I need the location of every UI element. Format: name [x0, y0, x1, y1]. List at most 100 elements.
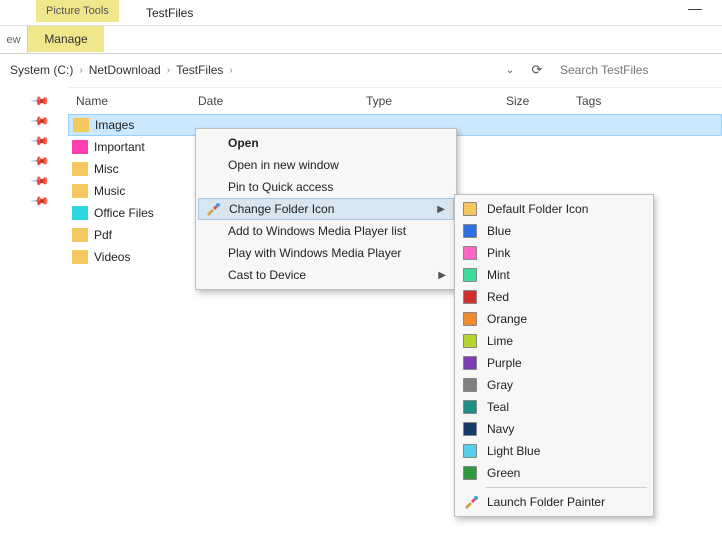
folder-icon — [72, 250, 88, 264]
pin-icon[interactable]: 📌 — [30, 151, 50, 171]
column-tags[interactable]: Tags — [568, 87, 722, 114]
minimize-button[interactable]: — — [680, 0, 710, 16]
file-name: Important — [94, 140, 145, 154]
folder-icon — [72, 228, 88, 242]
color-swatch-icon — [463, 422, 477, 436]
painter-icon — [463, 494, 479, 510]
color-option[interactable]: Red — [457, 286, 651, 308]
color-label: Light Blue — [487, 444, 540, 458]
context-item-label: Play with Windows Media Player — [228, 246, 401, 260]
color-option[interactable]: Teal — [457, 396, 651, 418]
menu-separator — [485, 487, 647, 488]
file-name: Office Files — [94, 206, 154, 220]
pin-icon[interactable]: 📌 — [30, 111, 50, 131]
color-option[interactable]: Green — [457, 462, 651, 484]
context-item-label: Cast to Device — [228, 268, 306, 282]
color-swatch-icon — [463, 466, 477, 480]
context-item-label: Add to Windows Media Player list — [228, 224, 406, 238]
picture-tools-tab[interactable]: Picture Tools — [36, 0, 119, 22]
context-menu-item[interactable]: Cast to Device ▶ — [198, 264, 454, 286]
context-menu-item[interactable]: Add to Windows Media Player list — [198, 220, 454, 242]
color-label: Gray — [487, 378, 513, 392]
context-menu-item[interactable]: Change Folder Icon ▶ — [198, 198, 454, 220]
color-swatch-icon — [463, 378, 477, 392]
color-label: Pink — [487, 246, 510, 260]
context-menu-item[interactable]: Open in new window — [198, 154, 454, 176]
color-swatch-icon — [463, 246, 477, 260]
color-label: Blue — [487, 224, 511, 238]
pin-icon[interactable]: 📌 — [30, 191, 50, 211]
pin-icon[interactable]: 📌 — [30, 171, 50, 191]
painter-icon — [205, 201, 221, 217]
context-menu-item[interactable]: Pin to Quick access — [198, 176, 454, 198]
pin-icon[interactable]: 📌 — [30, 91, 50, 111]
color-option[interactable]: Mint — [457, 264, 651, 286]
color-option[interactable]: Purple — [457, 352, 651, 374]
color-option[interactable]: Blue — [457, 220, 651, 242]
context-item-label: Change Folder Icon — [229, 202, 334, 216]
file-name: Pdf — [94, 228, 112, 242]
file-name: Images — [95, 118, 134, 132]
chevron-right-icon: ▶ — [438, 270, 446, 281]
color-option[interactable]: Orange — [457, 308, 651, 330]
refresh-icon[interactable]: ⟳ — [526, 62, 548, 78]
column-headers: Name Date Type Size Tags — [60, 86, 722, 114]
color-swatch-icon — [463, 312, 477, 326]
color-swatch-icon — [463, 356, 477, 370]
color-label: Red — [487, 290, 509, 304]
chevron-right-icon: ▶ — [437, 204, 445, 215]
folder-icon — [72, 206, 88, 220]
quick-access-pane: 📌 📌 📌 📌 📌 📌 — [0, 86, 60, 544]
color-option[interactable]: Default Folder Icon — [457, 198, 651, 220]
context-item-label: Open — [228, 136, 259, 150]
context-item-label: Open in new window — [228, 158, 339, 172]
color-option[interactable]: Navy — [457, 418, 651, 440]
crumb-netdownload[interactable]: NetDownload — [87, 63, 163, 77]
color-label: Green — [487, 466, 520, 480]
color-label: Mint — [487, 268, 510, 282]
context-menu[interactable]: Open Open in new window Pin to Quick acces… — [195, 128, 457, 290]
color-swatch-icon — [463, 202, 477, 216]
color-swatch-icon — [463, 290, 477, 304]
color-submenu[interactable]: Default Folder Icon Blue Pink Mint Red Orange… — [454, 194, 654, 517]
address-dropdown-icon[interactable]: ⌄ — [500, 65, 520, 76]
crumb-system[interactable]: System (C:) — [8, 63, 75, 77]
color-label: Teal — [487, 400, 509, 414]
color-label: Navy — [487, 422, 514, 436]
column-date[interactable]: Date — [190, 87, 358, 114]
file-name: Music — [94, 184, 125, 198]
color-option[interactable]: Lime — [457, 330, 651, 352]
crumb-testfiles[interactable]: TestFiles — [174, 63, 225, 77]
color-option[interactable]: Pink — [457, 242, 651, 264]
chevron-right-icon[interactable]: › — [163, 65, 174, 76]
folder-icon — [72, 184, 88, 198]
color-swatch-icon — [463, 268, 477, 282]
context-menu-item[interactable]: Play with Windows Media Player — [198, 242, 454, 264]
color-swatch-icon — [463, 400, 477, 414]
column-size[interactable]: Size — [498, 87, 568, 114]
column-type[interactable]: Type — [358, 87, 498, 114]
color-label: Orange — [487, 312, 527, 326]
launch-folder-painter[interactable]: Launch Folder Painter — [457, 491, 651, 513]
context-menu-item[interactable]: Open — [198, 132, 454, 154]
context-item-label: Pin to Quick access — [228, 180, 333, 194]
chevron-right-icon[interactable]: › — [225, 65, 236, 76]
column-name[interactable]: Name — [68, 87, 190, 114]
window-title: TestFiles — [146, 6, 193, 20]
color-option[interactable]: Gray — [457, 374, 651, 396]
tab-view-fragment[interactable]: ew — [0, 26, 28, 53]
color-swatch-icon — [463, 224, 477, 238]
folder-icon — [73, 118, 89, 132]
file-name: Videos — [94, 250, 130, 264]
file-name: Misc — [94, 162, 119, 176]
color-swatch-icon — [463, 444, 477, 458]
folder-icon — [72, 162, 88, 176]
launch-label: Launch Folder Painter — [487, 495, 605, 509]
tab-manage[interactable]: Manage — [28, 26, 104, 53]
color-option[interactable]: Light Blue — [457, 440, 651, 462]
pin-icon[interactable]: 📌 — [30, 131, 50, 151]
color-label: Lime — [487, 334, 513, 348]
chevron-right-icon[interactable]: › — [75, 65, 86, 76]
breadcrumb[interactable]: System (C:) › NetDownload › TestFiles › — [2, 58, 494, 82]
search-input[interactable] — [554, 58, 714, 82]
